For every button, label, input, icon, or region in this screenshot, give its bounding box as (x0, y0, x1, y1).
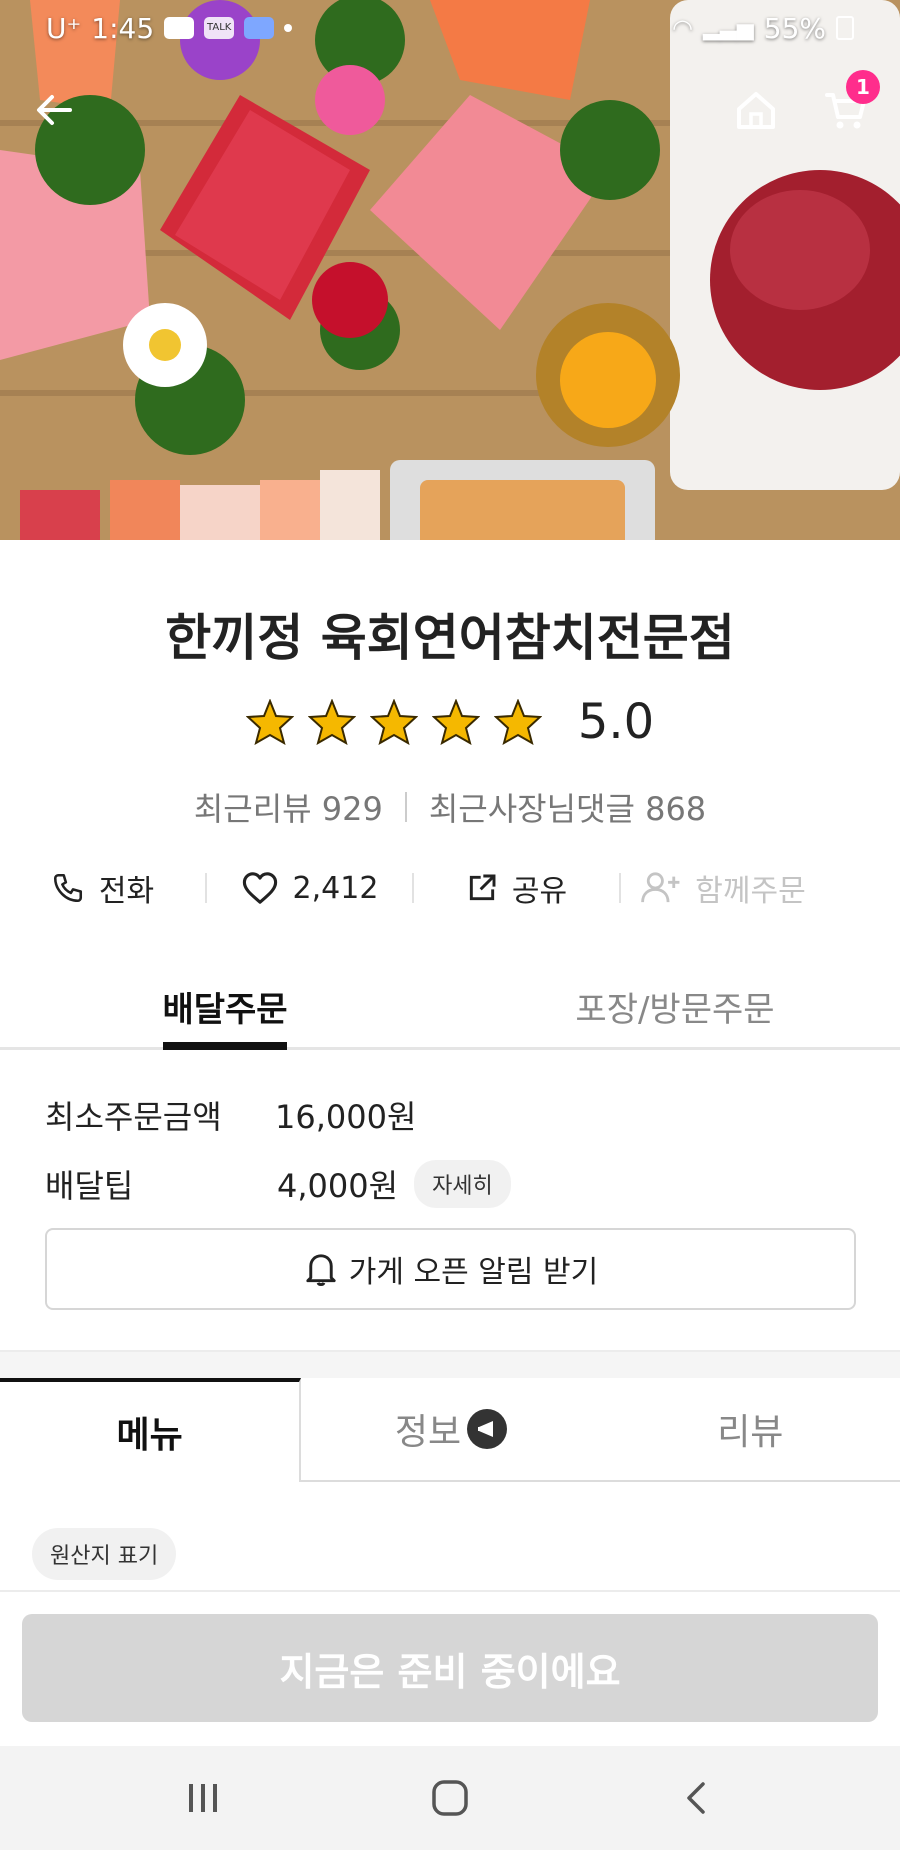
youtube-icon (164, 17, 195, 39)
home-icon (737, 92, 775, 129)
megaphone-icon (467, 1409, 508, 1449)
home-nav-button[interactable] (410, 1768, 490, 1828)
tab-menu-label: 메뉴 (116, 1415, 183, 1456)
min-order-label: 최소주문금액 (45, 1098, 222, 1136)
status-bar: U⁺ 1:45 TALK ◠ ▂▃▅ 55% (0, 0, 900, 56)
store-hero-image: U⁺ 1:45 TALK ◠ ▂▃▅ 55% 1 (0, 0, 900, 540)
star-icon (369, 699, 418, 745)
baby-app-icon (244, 17, 275, 39)
delivery-tip-row: 배달팁 4,000원 자세히 (45, 1160, 511, 1208)
food-platter-illustration (0, 0, 900, 540)
talk-icon: TALK (204, 17, 235, 39)
share-label: 공유 (511, 874, 568, 909)
home-button[interactable] (728, 82, 784, 138)
group-order-label: 함께주문 (695, 874, 806, 909)
tab-reviews-label: 리뷰 (717, 1412, 784, 1453)
tab-delivery[interactable]: 배달주문 (0, 968, 450, 1047)
notification-dot-icon (284, 24, 293, 32)
store-name: 한끼정 육회연어참치전문점 (165, 609, 735, 667)
recent-apps-button[interactable] (163, 1768, 243, 1828)
tab-info[interactable]: 정보 (301, 1378, 601, 1480)
origin-label-button[interactable]: 원산지 표기 (32, 1528, 177, 1580)
share-icon (469, 874, 496, 901)
home-circle-icon (432, 1780, 468, 1816)
section-divider (0, 1350, 900, 1378)
share-button[interactable]: 공유 (414, 866, 619, 910)
add-person-icon (641, 872, 680, 903)
star-icon (431, 699, 480, 745)
system-nav-bar (0, 1746, 900, 1850)
like-count: 2,412 (292, 870, 379, 906)
cart-count-badge: 1 (846, 70, 880, 104)
signal-icon: ▂▃▅ (703, 15, 754, 41)
star-icon (245, 699, 294, 745)
separator (404, 792, 407, 822)
review-summary: 최근리뷰 929 최근사장님댓글 868 (0, 784, 900, 830)
owner-replies-link[interactable]: 최근사장님댓글 868 (429, 784, 706, 830)
star-icon (493, 699, 542, 745)
rating-value: 5.0 (577, 694, 655, 750)
delivery-tip-detail-button[interactable]: 자세히 (414, 1160, 511, 1208)
chevron-left-icon (686, 1782, 705, 1814)
call-label: 전화 (98, 874, 155, 909)
tab-info-label: 정보 (394, 1412, 462, 1453)
group-order-button[interactable]: 함께주문 (621, 866, 826, 910)
order-type-tabs: 배달주문 포장/방문주문 (0, 968, 900, 1050)
recent-reviews-link[interactable]: 최근리뷰 929 (194, 784, 383, 830)
clock: 1:45 (91, 11, 155, 45)
min-order-row: 최소주문금액 16,000원 (45, 1092, 416, 1138)
notify-label: 가게 오픈 알림 받기 (348, 1255, 599, 1290)
cart-button[interactable]: 1 (818, 70, 880, 138)
star-icon (307, 699, 356, 745)
tab-pickup[interactable]: 포장/방문주문 (450, 968, 900, 1047)
recent-apps-icon (189, 1784, 218, 1812)
preparing-cta-button[interactable]: 지금은 준비 중이에요 (22, 1614, 878, 1722)
tab-reviews[interactable]: 리뷰 (600, 1378, 900, 1480)
store-open-notify-button[interactable]: 가게 오픈 알림 받기 (45, 1228, 856, 1310)
wifi-icon: ◠ (672, 14, 693, 42)
back-nav-button[interactable] (657, 1768, 737, 1828)
bell-icon (306, 1254, 336, 1286)
battery-icon (836, 16, 854, 40)
tab-menu[interactable]: 메뉴 (0, 1378, 302, 1482)
favorite-button[interactable]: 2,412 (207, 871, 412, 906)
store-actions: 전화 2,412 공유 함께주문 (0, 862, 900, 914)
delivery-tip-label: 배달팁 (45, 1167, 134, 1205)
divider (0, 1590, 900, 1592)
delivery-tip-value: 4,000원 (277, 1167, 399, 1205)
back-button[interactable] (26, 82, 82, 138)
carrier-label: U⁺ (46, 11, 82, 45)
content-tabs: 메뉴 정보 리뷰 (0, 1378, 900, 1482)
heart-icon (242, 872, 277, 904)
call-button[interactable]: 전화 (0, 866, 205, 910)
min-order-value: 16,000원 (275, 1098, 417, 1136)
battery-percent: 55% (763, 11, 826, 45)
phone-icon (53, 873, 82, 903)
arrow-left-icon (37, 95, 72, 125)
rating-row: 5.0 (0, 694, 900, 750)
